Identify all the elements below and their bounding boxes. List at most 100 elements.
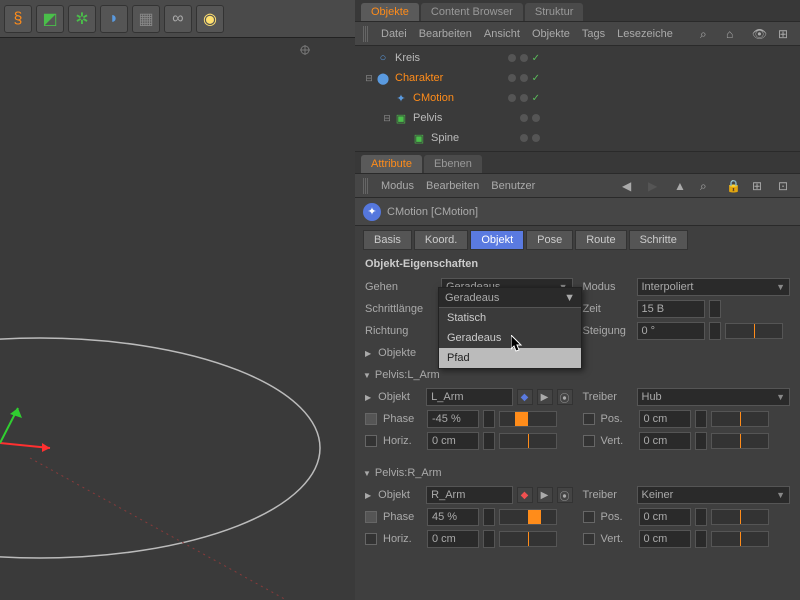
menu-tags[interactable]: Tags [582, 28, 605, 40]
phase-r-arm-field[interactable]: 45 % [427, 508, 479, 526]
tab-content-browser[interactable]: Content Browser [421, 3, 523, 21]
vert-spinner[interactable] [695, 530, 707, 548]
target-icon[interactable]: ▶ [537, 487, 553, 503]
tree-label[interactable]: CMotion [413, 92, 454, 104]
tree-label[interactable]: Spine [431, 132, 459, 144]
pos-slider[interactable] [711, 411, 769, 427]
vert-l-arm-field[interactable]: 0 cm [639, 432, 691, 450]
horiz-spinner[interactable] [483, 530, 495, 548]
horiz-r-arm-field[interactable]: 0 cm [427, 530, 479, 548]
menu-bearbeiten[interactable]: Bearbeiten [419, 28, 472, 40]
pos-checkbox[interactable] [583, 413, 595, 425]
dropdown-item-pfad[interactable]: Pfad [439, 348, 581, 368]
tab-pose[interactable]: Pose [526, 230, 573, 250]
tree-row-spine[interactable]: ▣ Spine [355, 128, 800, 148]
camera-icon[interactable]: ∞ [164, 5, 192, 33]
tab-schritte[interactable]: Schritte [629, 230, 688, 250]
tab-objekt[interactable]: Objekt [470, 230, 524, 250]
phase-spinner[interactable] [483, 410, 495, 428]
search-icon[interactable]: ⌕ [700, 179, 714, 193]
tree-row-charakter[interactable]: ⊟ ⬤ Charakter ✓ [355, 68, 800, 88]
phase-spinner[interactable] [483, 508, 495, 526]
tree-label[interactable]: Charakter [395, 72, 443, 84]
pos-checkbox[interactable] [583, 511, 595, 523]
dropdown-item-statisch[interactable]: Statisch [439, 308, 581, 328]
tree-row-cmotion[interactable]: ✦ CMotion ✓ [355, 88, 800, 108]
horiz-slider[interactable] [499, 433, 557, 449]
pos-spinner[interactable] [695, 410, 707, 428]
tab-route[interactable]: Route [575, 230, 626, 250]
tab-ebenen[interactable]: Ebenen [424, 155, 482, 173]
collapse-icon[interactable]: ⊟ [381, 113, 393, 124]
tree-label[interactable]: Kreis [395, 52, 420, 64]
tab-objekte[interactable]: Objekte [361, 3, 419, 21]
tree-label[interactable]: Pelvis [413, 112, 442, 124]
lock-icon[interactable]: 🔒 [726, 179, 740, 193]
new-tab-icon[interactable]: ⊞ [752, 179, 766, 193]
modus-dropdown[interactable]: Interpoliert▼ [637, 278, 791, 296]
link-icon[interactable]: ◆ [517, 487, 533, 503]
phase-checkbox[interactable] [365, 511, 377, 523]
picker-icon[interactable]: ⦿ [557, 389, 573, 405]
dropdown-current[interactable]: Geradeaus▼ [439, 288, 581, 308]
tab-struktur[interactable]: Struktur [525, 3, 584, 21]
pos-r-arm-field[interactable]: 0 cm [639, 508, 691, 526]
steigung-spinner[interactable] [709, 322, 721, 340]
tab-attribute[interactable]: Attribute [361, 155, 422, 173]
window-icon[interactable]: ⊡ [778, 179, 792, 193]
picker-icon[interactable]: ⦿ [557, 487, 573, 503]
menu-lesezeichen[interactable]: Lesezeiche [617, 28, 673, 40]
treiber-l-arm-dropdown[interactable]: Hub▼ [637, 388, 791, 406]
vert-slider[interactable] [711, 433, 769, 449]
tree-row-pelvis[interactable]: ⊟ ▣ Pelvis [355, 108, 800, 128]
dropdown-item-geradeaus[interactable]: Geradeaus [439, 328, 581, 348]
vert-checkbox[interactable] [583, 435, 595, 447]
phase-slider[interactable] [499, 411, 557, 427]
horiz-spinner[interactable] [483, 432, 495, 450]
zeit-field[interactable]: 15 B [637, 300, 705, 318]
nav-back-icon[interactable]: ◀ [622, 179, 636, 193]
menu-objekte[interactable]: Objekte [532, 28, 570, 40]
pos-spinner[interactable] [695, 508, 707, 526]
menu-benutzer[interactable]: Benutzer [491, 180, 535, 192]
collapse-icon[interactable]: ⊟ [363, 73, 375, 84]
nav-up-icon[interactable]: ▲ [674, 179, 688, 193]
horiz-checkbox[interactable] [365, 435, 377, 447]
drag-handle-icon[interactable] [363, 26, 369, 42]
eye-icon[interactable]: 👁 [752, 27, 766, 41]
vert-spinner[interactable] [695, 432, 707, 450]
gehen-dropdown-menu[interactable]: Geradeaus▼ Statisch Geradeaus Pfad [438, 287, 582, 369]
horiz-l-arm-field[interactable]: 0 cm [427, 432, 479, 450]
drag-handle-icon[interactable] [363, 178, 369, 194]
phase-checkbox[interactable] [365, 413, 377, 425]
horiz-slider[interactable] [499, 531, 557, 547]
tab-basis[interactable]: Basis [363, 230, 412, 250]
tree-row-kreis[interactable]: ○ Kreis ✓ [355, 48, 800, 68]
object-hierarchy[interactable]: ○ Kreis ✓ ⊟ ⬤ Charakter ✓ ✦ CMotion ✓ ⊟ … [355, 46, 800, 152]
menu-ansicht[interactable]: Ansicht [484, 28, 520, 40]
pos-slider[interactable] [711, 509, 769, 525]
gear-icon[interactable]: ✲ [68, 5, 96, 33]
bevel-icon[interactable]: ◗ [100, 5, 128, 33]
nav-fwd-icon[interactable]: ▶ [648, 179, 662, 193]
phase-l-arm-field[interactable]: -45 % [427, 410, 479, 428]
target-icon[interactable]: ▶ [537, 389, 553, 405]
steigung-slider[interactable] [725, 323, 783, 339]
vert-r-arm-field[interactable]: 0 cm [639, 530, 691, 548]
horiz-checkbox[interactable] [365, 533, 377, 545]
floor-icon[interactable]: ▦ [132, 5, 160, 33]
snake-icon[interactable]: § [4, 5, 32, 33]
menu-datei[interactable]: Datei [381, 28, 407, 40]
light-icon[interactable]: ◉ [196, 5, 224, 33]
home-icon[interactable]: ⌂ [726, 27, 740, 41]
viewport-3d[interactable] [0, 38, 355, 600]
menu-modus[interactable]: Modus [381, 180, 414, 192]
vert-slider[interactable] [711, 531, 769, 547]
vert-checkbox[interactable] [583, 533, 595, 545]
steigung-field[interactable]: 0 ° [637, 322, 705, 340]
pos-l-arm-field[interactable]: 0 cm [639, 410, 691, 428]
link-icon[interactable]: ◆ [517, 389, 533, 405]
menu-bearbeiten[interactable]: Bearbeiten [426, 180, 479, 192]
tab-koord[interactable]: Koord. [414, 230, 468, 250]
phase-slider[interactable] [499, 509, 557, 525]
